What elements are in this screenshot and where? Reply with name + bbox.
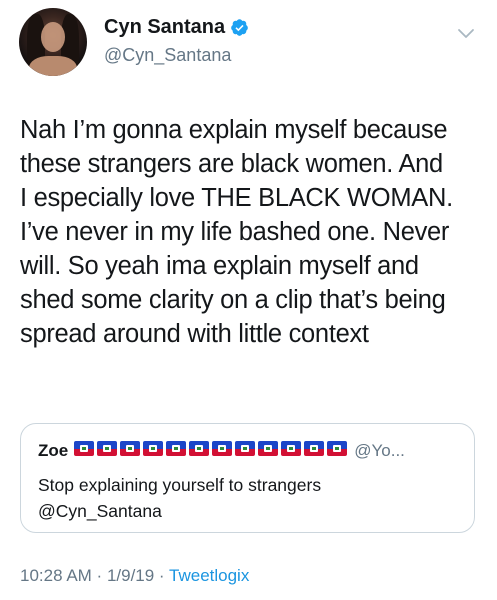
haiti-flag-icon [120, 441, 141, 456]
tweet-meta: 10:28 AM · 1/9/19 · Tweetlogix [20, 566, 249, 586]
tweet-text-line: will. So yeah ima explain myself and [20, 252, 419, 280]
tweet-text: Nah I’m gonna explain myself because the… [20, 113, 490, 351]
chevron-down-icon[interactable] [457, 28, 475, 40]
haiti-flag-icon [212, 441, 233, 456]
author-handle[interactable]: @Cyn_Santana [104, 45, 231, 66]
haiti-flag-icon [143, 441, 164, 456]
quoted-author-name: Zoe [38, 441, 69, 460]
tweet-source-link[interactable]: Tweetlogix [169, 566, 249, 585]
haiti-flag-icon [166, 441, 187, 456]
quoted-tweet-card[interactable]: Zoe @Yo... Stop explaining yourself to s… [20, 423, 475, 533]
quoted-tweet-text: Stop explaining yourself to strangers @C… [38, 472, 458, 524]
quoted-tweet-header: Zoe @Yo... [38, 441, 405, 461]
haiti-flag-icon [304, 441, 325, 456]
haiti-flag-icon [327, 441, 348, 456]
haiti-flag-icon [97, 441, 118, 456]
quoted-tweet-mention: @Cyn_Santana [38, 501, 162, 521]
avatar[interactable] [19, 8, 87, 76]
quoted-tweet-text-line: Stop explaining yourself to strangers [38, 475, 322, 495]
quoted-author-handle: @Yo... [354, 441, 405, 460]
haiti-flag-icons [74, 441, 350, 461]
meta-separator: · [154, 566, 170, 585]
author-display-name[interactable]: Cyn Santana [104, 16, 225, 39]
tweet-text-line: I especially love THE BLACK WOMAN. [20, 184, 453, 212]
meta-separator: · [91, 566, 107, 585]
tweet-text-line: these strangers are black women. And [20, 150, 443, 178]
haiti-flag-icon [258, 441, 279, 456]
tweet-text-line: shed some clarity on a clip that’s being [20, 286, 446, 314]
avatar-body [29, 56, 77, 76]
haiti-flag-icon [74, 441, 95, 456]
tweet-time[interactable]: 10:28 AM [20, 566, 92, 585]
haiti-flag-icon [235, 441, 256, 456]
verified-badge-icon [231, 19, 248, 36]
tweet-text-line: spread around with little context [20, 320, 369, 348]
tweet-text-line: I’ve never in my life bashed one. Never [20, 218, 450, 246]
avatar-face [41, 22, 65, 52]
tweet-text-line: Nah I’m gonna explain myself because [20, 116, 448, 144]
tweet-date[interactable]: 1/9/19 [107, 566, 154, 585]
author-name-row: Cyn Santana [104, 16, 249, 39]
haiti-flag-icon [189, 441, 210, 456]
haiti-flag-icon [281, 441, 302, 456]
